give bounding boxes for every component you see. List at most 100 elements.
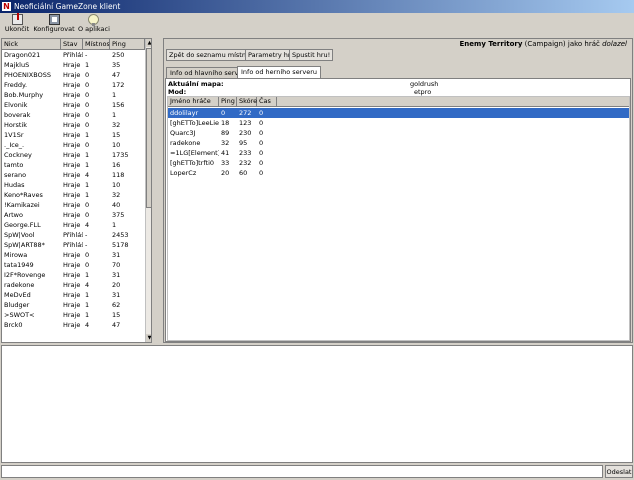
cell-status: Hraje <box>63 291 81 299</box>
send-button[interactable]: Odeslat <box>605 465 633 478</box>
cell-score: 232 <box>239 159 252 167</box>
tab-game-server[interactable]: Info od herního serveru <box>237 66 321 78</box>
cell-ping: 32 <box>112 191 121 199</box>
cell-nick: Hudas <box>4 181 25 189</box>
game-players-table[interactable]: Jméno hráče Ping Skóre Čas ddolilayr 0 272… <box>167 96 630 341</box>
table-row[interactable]: !Kamikazei Hraje 0 40 <box>2 200 145 210</box>
game-server-info: Aktuální mapa: goldrush Mod: etpro Jméno… <box>165 78 631 342</box>
cell-nick: SpW|Vool <box>4 231 35 239</box>
exit-button[interactable]: Ukončit <box>4 13 30 36</box>
cell-room: 1 <box>85 181 90 189</box>
scroll-up-icon[interactable]: ▲ <box>146 39 151 47</box>
cell-status: Hraje <box>63 171 81 179</box>
cell-status: Hraje <box>63 191 81 199</box>
scrollbar-thumb[interactable] <box>146 48 151 208</box>
table-row[interactable]: SpW|ART88* Přihláš - 5178 <box>2 240 145 250</box>
table-row[interactable]: MajkluS Hraje 1 35 <box>2 60 145 70</box>
table-row[interactable]: 1V1Sr Hraje 1 15 <box>2 130 145 140</box>
column-header-time[interactable]: Čas <box>257 97 277 107</box>
table-row[interactable]: tamto Hraje 1 16 <box>2 160 145 170</box>
table-row[interactable]: Keno*Raves Hraje 1 32 <box>2 190 145 200</box>
config-button[interactable]: Konfigurovat <box>32 14 76 36</box>
chat-messages[interactable] <box>1 345 633 463</box>
table-row[interactable]: MeDvEd Hraje 1 31 <box>2 290 145 300</box>
mod-value: etpro <box>414 88 432 96</box>
cell-ping: 15 <box>112 131 121 139</box>
table-row[interactable]: ddolilayr 0 272 0 <box>168 108 629 118</box>
about-button[interactable]: O aplikaci <box>78 14 110 36</box>
column-header-nick[interactable]: Nick <box>2 39 61 50</box>
table-row[interactable]: tata1949 Hraje 0 70 <box>2 260 145 270</box>
table-row[interactable]: serano Hraje 4 118 <box>2 170 145 180</box>
column-header-status[interactable]: Stav <box>61 39 83 50</box>
config-icon <box>48 14 60 25</box>
cell-room: 4 <box>85 321 90 329</box>
cell-nick: 1V1Sr <box>4 131 24 139</box>
players-list-scrollbar[interactable]: ▲ ▼ <box>145 39 151 342</box>
cell-nick: MajkluS <box>4 61 30 69</box>
table-row[interactable]: boverak Hraje 0 1 <box>2 110 145 120</box>
table-row[interactable]: Bludger Hraje 1 62 <box>2 300 145 310</box>
app-icon: N <box>2 2 11 11</box>
cell-status: Hraje <box>63 151 81 159</box>
cell-ping: 31 <box>112 251 121 259</box>
table-row[interactable]: radekone 32 95 0 <box>168 138 629 148</box>
cell-player-name: radekone <box>170 139 201 147</box>
cell-nick: Dragon021 <box>4 51 41 59</box>
table-row[interactable]: Elvonik Hraje 0 156 <box>2 100 145 110</box>
cell-status: Přihláš <box>63 51 83 59</box>
column-header-score[interactable]: Skóre <box>237 97 257 107</box>
column-header-player-name[interactable]: Jméno hráče <box>168 97 219 107</box>
column-header-player-ping[interactable]: Ping <box>219 97 237 107</box>
table-row[interactable]: PHOENIXBOSS Hraje 0 47 <box>2 70 145 80</box>
cell-status: Hraje <box>63 121 81 129</box>
chat-input[interactable] <box>1 465 603 478</box>
lightbulb-icon <box>87 14 99 26</box>
table-row[interactable]: Horstik Hraje 0 32 <box>2 120 145 130</box>
table-row[interactable]: Cockney Hraje 1 1735 <box>2 150 145 160</box>
table-row[interactable]: LoperCz 20 60 0 <box>168 168 629 178</box>
cell-time: 0 <box>259 139 264 147</box>
cell-room: 0 <box>85 261 90 269</box>
table-row[interactable]: I2F*Rovenge Hraje 1 31 <box>2 270 145 280</box>
table-row[interactable]: [ghETTo]LeeLie 18 123 0 <box>168 118 629 128</box>
cell-room: 1 <box>85 161 90 169</box>
cell-room: 1 <box>85 271 90 279</box>
table-row[interactable]: Artwo Hraje 0 375 <box>2 210 145 220</box>
cell-status: Hraje <box>63 211 81 219</box>
table-row[interactable]: =1LG[Element]iD41 233 0 <box>168 148 629 158</box>
cell-player-name: =1LG[Element]iD <box>170 149 219 157</box>
cell-ping: 2453 <box>112 231 129 239</box>
scroll-down-icon[interactable]: ▼ <box>146 334 151 342</box>
cell-time: 0 <box>259 119 264 127</box>
table-row[interactable]: Brck0 Hraje 4 47 <box>2 320 145 330</box>
table-row[interactable]: SpW|Vool Přihláš - 2453 <box>2 230 145 240</box>
start-game-button[interactable]: Spustit hru! <box>289 49 334 61</box>
cell-status: Hraje <box>63 271 81 279</box>
cell-room: 0 <box>85 251 90 259</box>
column-header-room[interactable]: Místnost <box>83 39 110 50</box>
cell-nick: Freddy. <box>4 81 28 89</box>
cell-score: 272 <box>239 109 252 117</box>
table-row[interactable]: Freddy. Hraje 0 172 <box>2 80 145 90</box>
toolbar: Ukončit Konfigurovat O aplikaci <box>0 13 634 37</box>
cell-nick: radekone <box>4 281 35 289</box>
cell-ping: 40 <box>112 201 121 209</box>
cell-ping: 1 <box>112 91 117 99</box>
table-row[interactable]: Dragon021 Přihláš - 250 <box>2 50 145 60</box>
cell-ping: 5178 <box>112 241 129 249</box>
table-row[interactable]: >SWOT< Hraje 1 15 <box>2 310 145 320</box>
table-row[interactable]: George.FLL Hraje 4 1 <box>2 220 145 230</box>
players-list[interactable]: Nick Stav Místnost Ping Dragon021 Přihláš… <box>1 38 152 343</box>
table-row[interactable]: [ghETTo]trfti0 33 232 0 <box>168 158 629 168</box>
table-row[interactable]: Quarc3J 89 230 0 <box>168 128 629 138</box>
column-header-ping[interactable]: Ping <box>110 39 145 50</box>
table-row[interactable]: Mirowa Hraje 0 31 <box>2 250 145 260</box>
table-row[interactable]: ._Ice_. Hraje 0 10 <box>2 140 145 150</box>
table-row[interactable]: Bob.Murphy Hraje 0 1 <box>2 90 145 100</box>
table-row[interactable]: Hudas Hraje 1 10 <box>2 180 145 190</box>
cell-ping: 89 <box>221 129 230 137</box>
table-row[interactable]: radekone Hraje 4 20 <box>2 280 145 290</box>
cell-room: - <box>85 231 88 239</box>
cell-ping: 15 <box>112 311 121 319</box>
